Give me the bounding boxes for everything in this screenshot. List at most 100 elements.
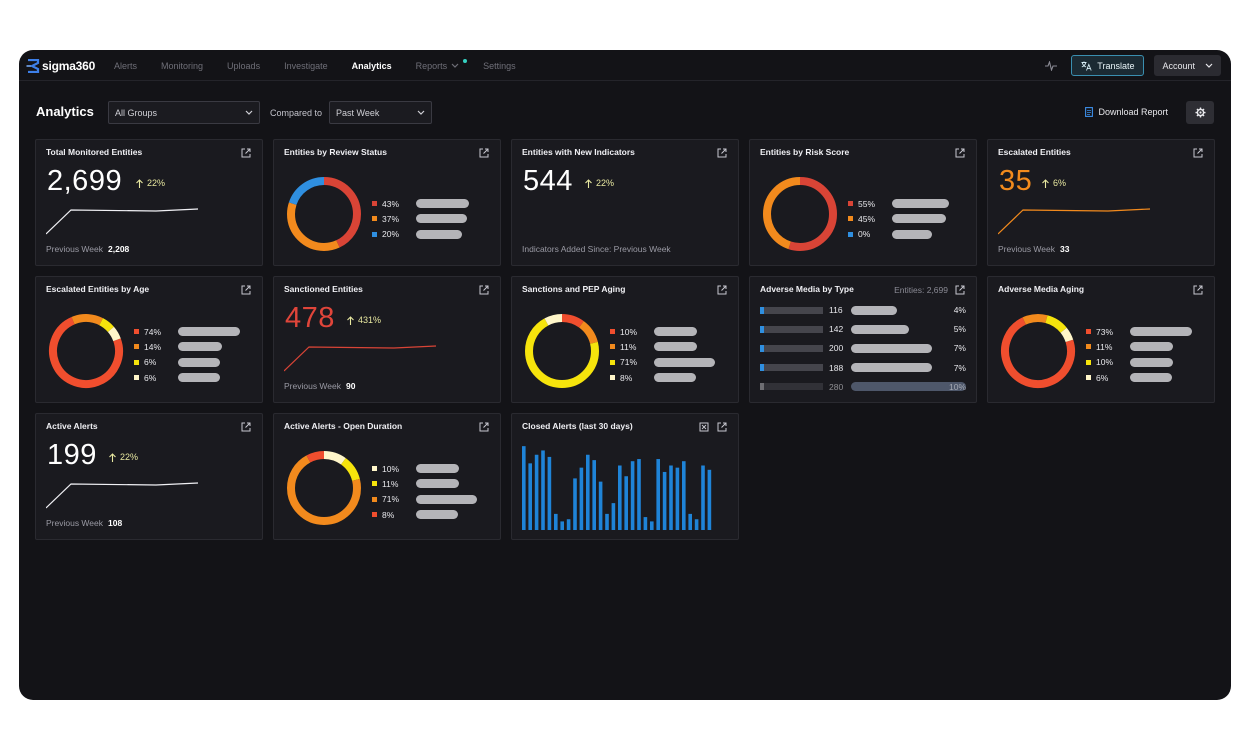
nav-alerts[interactable]: Alerts [114,61,137,71]
card-closed-alerts: Closed Alerts (last 30 days) [511,413,739,540]
legend-bar [654,327,697,337]
bar-26[interactable] [688,513,692,530]
external-link-icon[interactable] [1193,285,1203,295]
bar-14[interactable] [611,503,616,530]
bar-10[interactable] [586,454,590,530]
bar-21[interactable] [656,459,660,530]
legend-row: 10% [1086,355,1192,370]
bar-28[interactable] [701,465,705,531]
bar-8[interactable] [573,478,577,530]
bar-25[interactable] [682,461,686,530]
legend-swatch [1086,375,1091,381]
export-icon[interactable] [699,422,709,432]
legend-row: 14% [134,339,240,354]
bar-29[interactable] [707,469,712,530]
account-button[interactable]: Account [1154,55,1221,76]
card-title: Escalated Entities [998,147,1071,157]
compare-period-value: Past Week [336,107,380,118]
nav-analytics[interactable]: Analytics [352,61,392,71]
bar-27[interactable] [694,519,699,530]
download-report-button[interactable]: Download Report [1085,107,1168,117]
legend-bar [1130,357,1173,367]
external-link-icon[interactable] [717,285,727,295]
bar-12[interactable] [598,481,603,530]
arrow-up-icon [585,178,592,188]
bar-16[interactable] [624,476,628,530]
legend-row: 11% [610,339,715,354]
nav-monitoring[interactable]: Monitoring [161,61,203,71]
legend-swatch [134,375,139,381]
external-link-icon[interactable] [717,148,727,158]
settings-button[interactable] [1186,101,1214,124]
external-link-icon[interactable] [479,148,489,158]
nav-uploads[interactable]: Uploads [227,61,260,71]
bar-9[interactable] [579,467,584,530]
donut-segment-0 [1001,314,1075,388]
card-adverse-media-aging: Adverse Media Aging 73% 11% 10% 6% [987,276,1215,403]
legend-bar [416,229,462,239]
legend-percent: 10% [1096,357,1114,368]
bar-5[interactable] [554,513,558,530]
page-title: Analytics [36,104,94,119]
legend-row: 0% [848,227,949,242]
legend-swatch [610,359,615,365]
card-title: Adverse Media by Type [760,284,854,294]
logo-text: sigma360 [42,59,96,73]
legend-swatch [848,201,853,207]
arrow-up-icon [347,315,354,325]
translate-label: Translate [1097,60,1135,71]
legend-bar [178,342,222,352]
metric-delta-value: 22% [147,178,166,188]
bar-22[interactable] [662,471,667,530]
compare-period-select[interactable]: Past Week [329,101,432,124]
metric-value: 2,699 [47,165,123,197]
card-title: Entities with New Indicators [522,147,635,157]
bar-18[interactable] [637,459,641,530]
bar-20[interactable] [650,521,654,530]
bar-13[interactable] [605,513,609,530]
bar-6[interactable] [560,521,564,530]
bar-7[interactable] [566,519,571,530]
external-link-icon[interactable] [241,148,251,158]
bar-11[interactable] [592,460,596,530]
external-link-icon[interactable] [955,285,965,295]
bar-3[interactable] [541,450,545,530]
legend-bar [892,214,946,224]
card-title: Sanctions and PEP Aging [522,284,626,294]
top-right-controls: Translate Account [1045,55,1221,76]
bar-19[interactable] [643,517,648,530]
legend-row: 10% [372,461,477,476]
card-total-monitored-entities: Total Monitored Entities 2,699 22% Previ… [35,139,263,266]
external-link-icon[interactable] [241,422,251,432]
legend-bar [654,357,715,367]
legend-percent: 71% [620,357,638,368]
card-entities-with-new-indicators: Entities with New Indicators 544 22% Ind… [511,139,739,266]
nav-settings[interactable]: Settings [483,61,516,71]
legend-bar [416,199,469,209]
external-link-icon[interactable] [479,285,489,295]
external-link-icon[interactable] [955,148,965,158]
bar-0[interactable] [522,446,526,530]
bar-23[interactable] [669,465,673,531]
nav-investigate[interactable]: Investigate [284,61,328,71]
bar-1[interactable] [528,463,532,530]
card-active-alerts: Active Alerts 199 22% Previous Week 108 [35,413,263,540]
legend-percent: 74% [144,326,162,337]
activity-pulse-icon[interactable] [1045,60,1058,71]
external-link-icon[interactable] [241,285,251,295]
external-link-icon[interactable] [717,422,727,432]
bar-15[interactable] [618,465,622,531]
bar-24[interactable] [675,467,680,530]
legend-swatch [1086,344,1091,350]
external-link-icon[interactable] [1193,148,1203,158]
logo[interactable]: sigma360 [26,57,95,75]
bar-4[interactable] [547,456,552,530]
external-link-icon[interactable] [479,422,489,432]
bar-17[interactable] [630,461,635,530]
bar-2[interactable] [534,454,539,530]
metric-delta: 22% [109,452,138,462]
nav-reports[interactable]: Reports [416,58,468,71]
legend-percent: 11% [1096,341,1113,352]
translate-button[interactable]: Translate [1071,55,1145,76]
group-select[interactable]: All Groups [108,101,260,124]
